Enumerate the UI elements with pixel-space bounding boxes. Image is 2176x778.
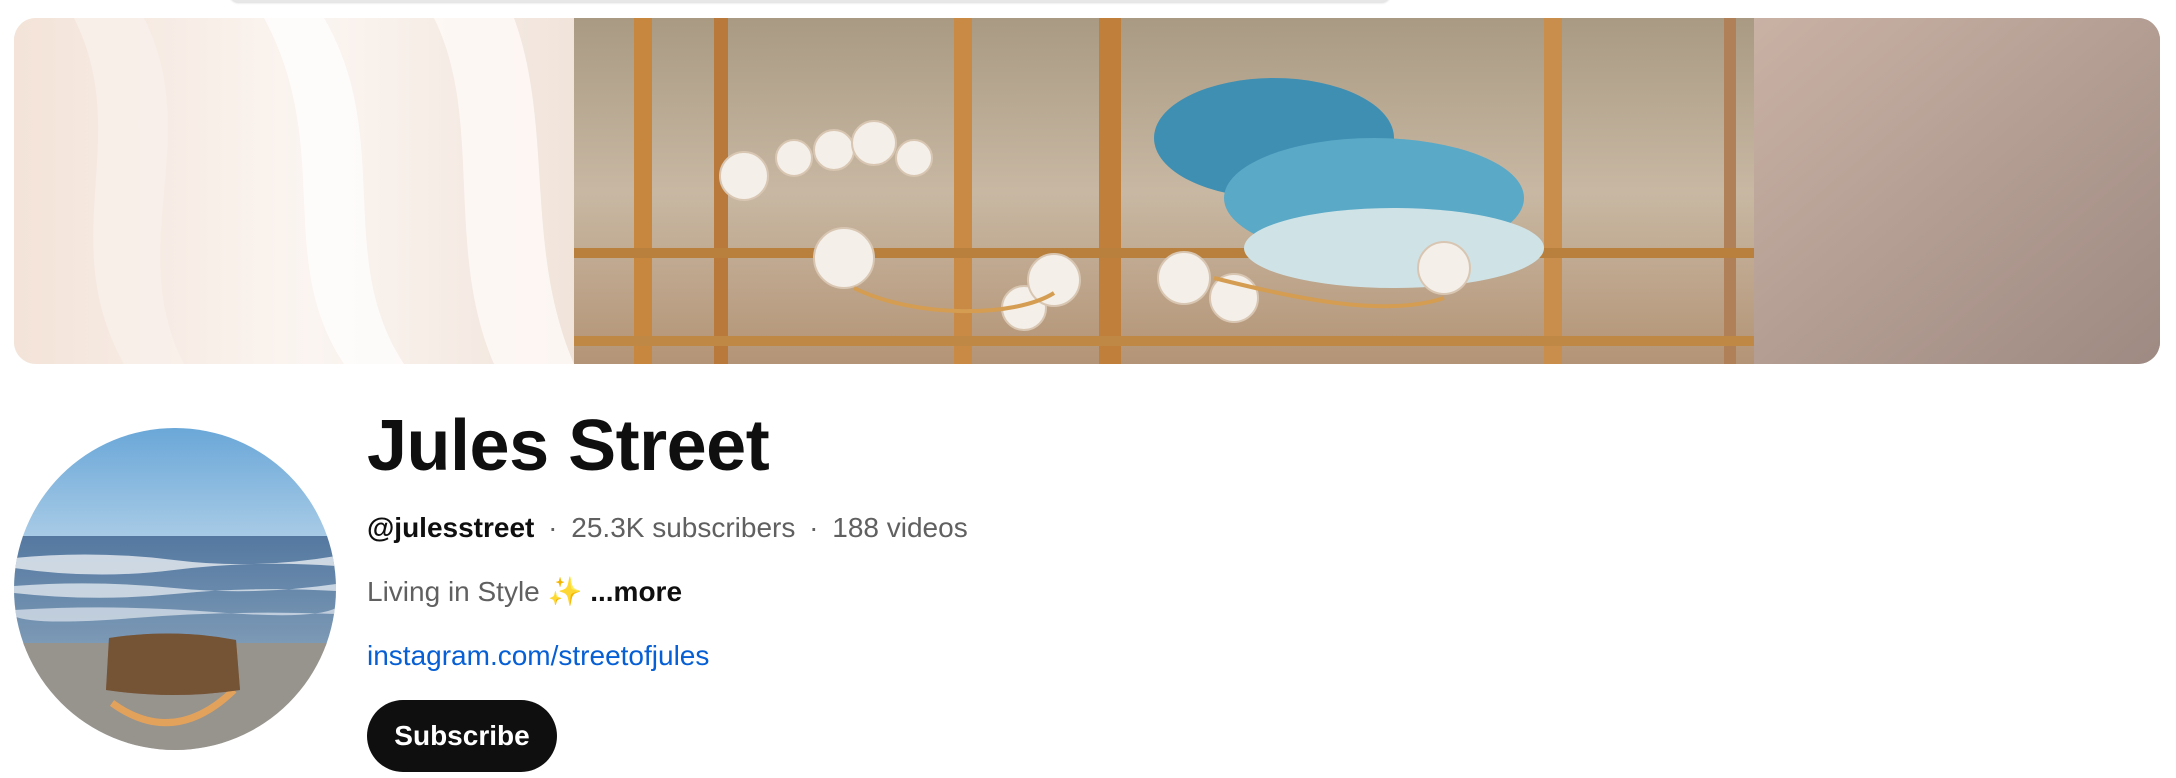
channel-info: Jules Street @julesstreet · 25.3K subscr…	[367, 400, 968, 772]
subscribe-button[interactable]: Subscribe	[367, 700, 557, 772]
banner-image	[14, 18, 2160, 364]
channel-meta: @julesstreet · 25.3K subscribers · 188 v…	[367, 510, 968, 546]
channel-name: Jules Street	[367, 406, 770, 486]
video-count: 188 videos	[832, 512, 968, 543]
avatar-image	[14, 428, 336, 750]
meta-separator: ·	[809, 512, 819, 543]
sparkles-icon: ✨	[547, 576, 583, 607]
channel-avatar[interactable]	[14, 428, 336, 750]
description-text: Living in Style	[367, 576, 540, 607]
meta-separator: ·	[548, 512, 558, 543]
channel-handle: @julesstreet	[367, 512, 535, 543]
channel-header: Jules Street @julesstreet · 25.3K subscr…	[0, 0, 2176, 778]
search-bar-edge	[230, 0, 1390, 2]
channel-banner	[14, 18, 2160, 364]
subscriber-count: 25.3K subscribers	[571, 512, 796, 543]
more-button[interactable]: ...more	[590, 576, 682, 607]
channel-link[interactable]: instagram.com/streetofjules	[367, 638, 709, 674]
channel-description[interactable]: Living in Style ✨ ...more	[367, 574, 968, 610]
